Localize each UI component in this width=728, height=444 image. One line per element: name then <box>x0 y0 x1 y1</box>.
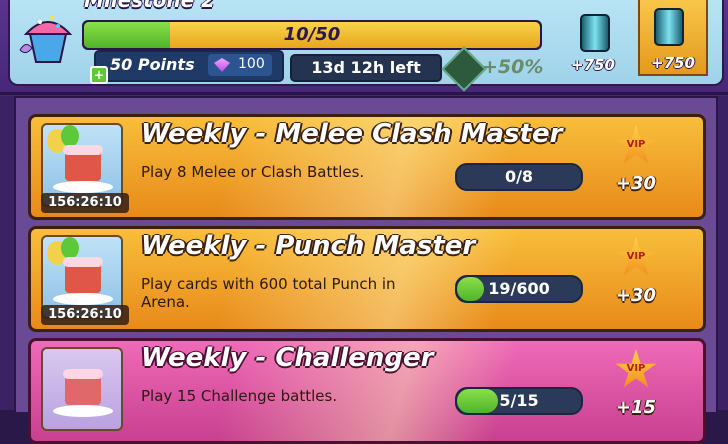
quest-card[interactable]: 156:26:10 Weekly - Punch Master Play car… <box>28 226 706 332</box>
plate-icon <box>53 293 113 305</box>
points-display[interactable]: + 50 Points 100 <box>90 50 284 84</box>
milestone-reward-2[interactable]: +750 <box>638 0 708 76</box>
quest-screen: Milestone 2 10/50 + 50 Points 100 13d 12… <box>0 0 728 444</box>
milestone-card: Milestone 2 10/50 + 50 Points 100 13d 12… <box>8 0 724 92</box>
quest-card[interactable]: Weekly - Challenger Play 15 Challenge ba… <box>28 338 706 444</box>
vip-badge-label: VIP <box>626 363 646 374</box>
cake-frosting <box>63 257 103 267</box>
quest-description: Play 15 Challenge battles. <box>141 387 338 405</box>
cupcake-icon <box>19 16 73 63</box>
boost-icon <box>441 46 487 92</box>
reward-value: +750 <box>571 56 615 74</box>
film-reel-icon <box>580 14 610 52</box>
quest-timer: 156:26:10 <box>41 305 129 325</box>
quest-description: Play cards with 600 total Punch in Arena… <box>141 275 396 311</box>
cake-frosting <box>63 145 103 155</box>
points-label: 50 Points <box>110 55 195 74</box>
gem-cost: 100 <box>208 54 272 76</box>
balloon-icon <box>61 237 79 259</box>
balloon-icon <box>61 125 79 147</box>
boost-value: +50% <box>482 56 544 78</box>
quest-list[interactable]: 156:26:10 Weekly - Melee Clash Master Pl… <box>14 96 718 444</box>
cake-icon <box>65 263 101 293</box>
quest-progress-bar: 5/15 <box>455 387 583 415</box>
quest-title: Weekly - Punch Master <box>141 231 476 261</box>
milestone-panel: Milestone 2 10/50 + 50 Points 100 13d 12… <box>0 0 728 95</box>
plate-icon <box>53 405 113 417</box>
milestone-progress-bar: 10/50 <box>82 20 542 50</box>
vip-badge-label: VIP <box>626 251 646 262</box>
gem-icon <box>214 58 230 72</box>
quest-progress-text: 5/15 <box>499 391 539 410</box>
quest-description: Play 8 Melee or Clash Battles. <box>141 163 365 181</box>
quest-progress-bar: 0/8 <box>455 163 583 191</box>
plate-icon <box>53 181 113 193</box>
quest-progress-bar: 19/600 <box>455 275 583 303</box>
frame-left <box>0 96 14 410</box>
quest-title: Weekly - Melee Clash Master <box>141 119 563 149</box>
quest-reward: +15 <box>615 397 657 418</box>
cake-slice-icon <box>65 375 101 405</box>
cake-icon <box>65 151 101 181</box>
time-left-badge: 13d 12h left <box>290 54 442 82</box>
film-reel-icon <box>654 8 684 46</box>
reward-value: +750 <box>651 54 695 72</box>
cake-frosting <box>63 369 103 379</box>
quest-progress-text: 19/600 <box>488 279 550 298</box>
quest-reward: +30 <box>615 173 657 194</box>
quest-title: Weekly - Challenger <box>141 343 434 373</box>
quest-card[interactable]: 156:26:10 Weekly - Melee Clash Master Pl… <box>28 114 706 220</box>
quest-reward: +30 <box>615 285 657 306</box>
vip-badge-label: VIP <box>626 139 646 150</box>
quest-thumbnail <box>41 347 123 431</box>
milestone-reward-1[interactable]: +750 <box>566 6 620 76</box>
gem-value: 100 <box>238 56 265 72</box>
quest-timer: 156:26:10 <box>41 193 129 213</box>
quest-progress-text: 0/8 <box>504 167 534 186</box>
add-points-icon[interactable]: + <box>90 66 108 84</box>
milestone-progress-text: 10/50 <box>283 24 341 45</box>
milestone-title: Milestone 2 <box>84 0 216 12</box>
